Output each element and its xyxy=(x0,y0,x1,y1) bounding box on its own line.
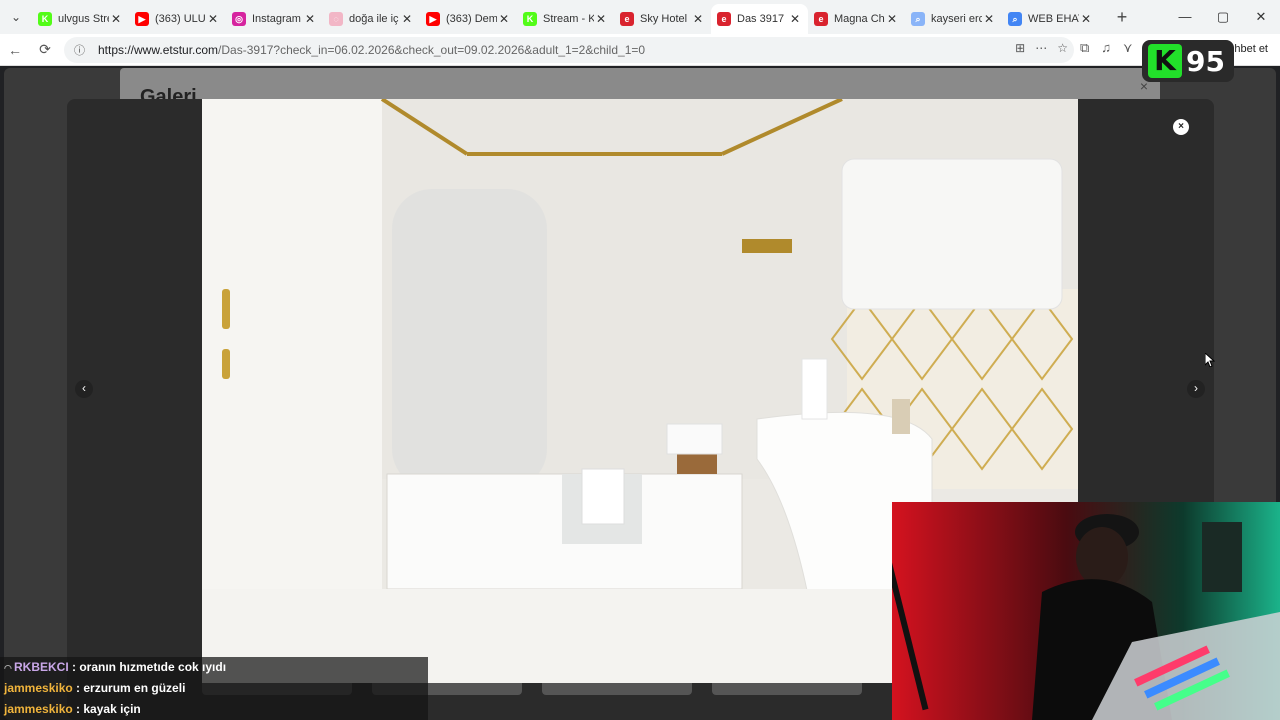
tab-favicon-icon: e xyxy=(717,12,731,26)
chat-message: jammeskiko : erzurum en güzeli xyxy=(0,678,428,699)
chat-username: RKBEKCI xyxy=(14,660,69,674)
photo-thumbnail[interactable] xyxy=(712,683,862,695)
extensions-icon[interactable]: ⧉ xyxy=(1080,40,1089,56)
browser-tab[interactable]: e Magna Chi ✕ xyxy=(808,4,905,34)
tab-label: WEB EHAT xyxy=(1028,13,1079,25)
tab-favicon-icon: e xyxy=(620,12,634,26)
browser-tab[interactable]: ▶ (363) Demi ✕ xyxy=(420,4,517,34)
browser-tab[interactable]: K Stream - K ✕ xyxy=(517,4,614,34)
lightbox-close-button[interactable]: × xyxy=(1173,119,1189,135)
url-host: https://www.etstur.com xyxy=(98,43,219,57)
chat-text: : erzurum en güzeli xyxy=(72,681,186,695)
back-button[interactable]: ← xyxy=(0,42,30,58)
tab-label: kayseri erc xyxy=(931,13,982,25)
bookmark-star-icon[interactable]: ☆ xyxy=(1057,41,1068,55)
site-info-icon[interactable]: ⓘ xyxy=(74,42,90,58)
omnibox-actions: ⊞ ⋯ ☆ xyxy=(1015,41,1068,55)
tab-label: Das 3917 | xyxy=(737,13,788,25)
tab-favicon-icon: ▶ xyxy=(135,12,149,26)
tab-close-icon[interactable]: ✕ xyxy=(400,12,414,26)
chat-message: jammeskiko : kayak için xyxy=(0,699,428,720)
tab-close-icon[interactable]: ✕ xyxy=(1079,12,1093,26)
tab-favicon-icon: ⌕ xyxy=(1008,12,1022,26)
reload-button[interactable]: ⟳ xyxy=(30,41,60,58)
previous-photo-button[interactable]: ‹ xyxy=(75,380,93,398)
tab-label: Stream - K xyxy=(543,13,594,25)
tab-close-icon[interactable]: ✕ xyxy=(982,12,996,26)
browser-tab[interactable]: ◎ Instagram ✕ xyxy=(226,4,323,34)
favorites-icon[interactable]: ⋎ xyxy=(1123,40,1133,56)
tab-favicon-icon: K xyxy=(38,12,52,26)
toolbar-extensions: ⧉ ♫ ⋎ xyxy=(1080,40,1133,56)
chat-label[interactable]: ohbet et xyxy=(1228,43,1268,55)
webcam-feed-illustration xyxy=(892,502,1280,720)
tab-favicon-icon: ⌕ xyxy=(911,12,925,26)
address-bar: ← ⟳ ⓘ https://www.etstur.com/Das-3917?ch… xyxy=(0,34,1280,66)
window-controls: — ▢ ✕ xyxy=(1166,0,1280,34)
new-tab-button[interactable]: + xyxy=(1107,7,1137,28)
tab-close-icon[interactable]: ✕ xyxy=(885,12,899,26)
tab-close-icon[interactable]: ✕ xyxy=(303,12,317,26)
tab-label: Instagram xyxy=(252,13,301,25)
browser-tab[interactable]: ⌕ WEB EHAT ✕ xyxy=(1002,4,1099,34)
tab-strip: ⌄ Kulvgus Strea✕▶(363) ULUD✕◎Instagram✕◌… xyxy=(0,0,1280,34)
tab-label: doğa ile iç xyxy=(349,13,399,25)
minimize-button[interactable]: — xyxy=(1166,0,1204,34)
chat-text: : oranın hızmetıde cok ıyıdı xyxy=(68,660,227,674)
tab-label: Sky Hotel E xyxy=(640,13,691,25)
tab-close-icon[interactable]: ✕ xyxy=(691,12,705,26)
url-path: /Das-3917?check_in=06.02.2026&check_out=… xyxy=(218,43,646,57)
tab-label: (363) ULUD xyxy=(155,13,206,25)
tab-close-icon[interactable]: ✕ xyxy=(109,12,123,26)
tab-close-icon[interactable]: ✕ xyxy=(206,12,220,26)
tab-favicon-icon: K xyxy=(523,12,537,26)
tab-label: ulvgus Strea xyxy=(58,13,109,25)
tab-favicon-icon: ◎ xyxy=(232,12,246,26)
tab-label: (363) Demi xyxy=(446,13,497,25)
tab-list: Kulvgus Strea✕▶(363) ULUD✕◎Instagram✕◌do… xyxy=(32,0,1099,34)
tab-close-icon[interactable]: ✕ xyxy=(788,12,802,26)
url-input[interactable]: ⓘ https://www.etstur.com/Das-3917?check_… xyxy=(64,37,1074,63)
apps-icon[interactable]: ⊞ xyxy=(1015,41,1025,55)
webcam-overlay xyxy=(892,502,1280,720)
tab-favicon-icon: ▶ xyxy=(426,12,440,26)
tab-close-icon[interactable]: ✕ xyxy=(497,12,511,26)
tab-close-icon[interactable]: ✕ xyxy=(594,12,608,26)
stream-logo: K 95 xyxy=(1142,40,1234,82)
chat-username: jammeskiko xyxy=(4,702,73,716)
browser-tab[interactable]: ▶ (363) ULUD✕ xyxy=(129,4,226,34)
mouse-cursor-icon xyxy=(1205,353,1215,367)
browser-tab[interactable]: ⌕ kayseri erc ✕ xyxy=(905,4,1002,34)
chat-badge-icon: ◠ xyxy=(4,663,12,673)
browser-tab[interactable]: e Sky Hotel E✕ xyxy=(614,4,711,34)
media-icon[interactable]: ♫ xyxy=(1101,40,1111,56)
chat-username: jammeskiko xyxy=(4,681,73,695)
tab-favicon-icon: e xyxy=(814,12,828,26)
browser-tab[interactable]: e Das 3917 | ✕ xyxy=(711,4,808,34)
k95-letter: K xyxy=(1148,44,1182,78)
photo-thumbnail[interactable] xyxy=(542,683,692,695)
tab-search-button[interactable]: ⌄ xyxy=(0,0,32,34)
next-photo-button[interactable]: › xyxy=(1187,380,1205,398)
window-close-button[interactable]: ✕ xyxy=(1242,0,1280,34)
stream-chat-overlay: ◠ RKBEKCI : oranın hızmetıde cok ıyıdı jam… xyxy=(0,657,428,720)
more-icon[interactable]: ⋯ xyxy=(1035,41,1047,55)
browser-tab[interactable]: Kulvgus Strea✕ xyxy=(32,4,129,34)
tab-favicon-icon: ◌ xyxy=(329,12,343,26)
k95-number: 95 xyxy=(1186,44,1225,78)
tab-label: Magna Chi xyxy=(834,13,885,25)
browser-tab[interactable]: ◌ doğa ile iç ✕ xyxy=(323,4,420,34)
chat-text: : kayak için xyxy=(72,702,141,716)
chat-message: ◠ RKBEKCI : oranın hızmetıde cok ıyıdı xyxy=(0,657,428,678)
maximize-button[interactable]: ▢ xyxy=(1204,0,1242,34)
